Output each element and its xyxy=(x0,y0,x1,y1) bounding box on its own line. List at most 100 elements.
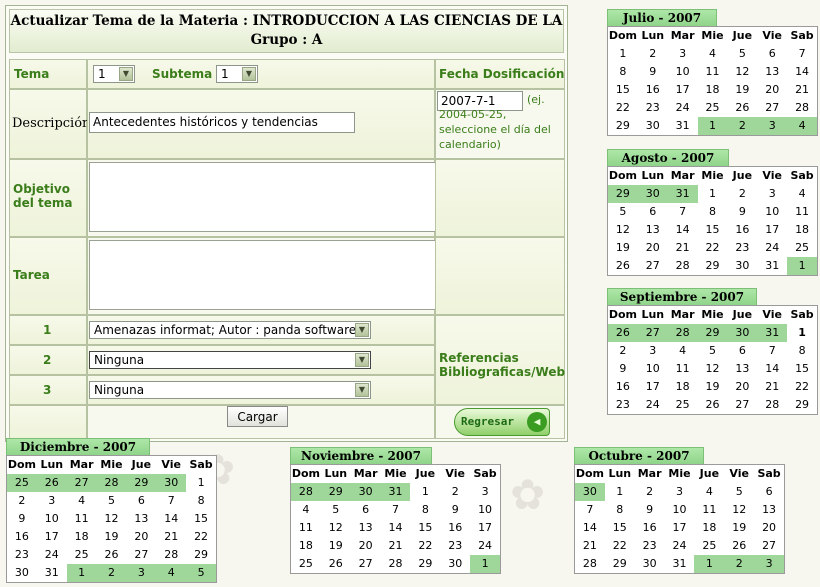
calendar-day[interactable]: 27 xyxy=(637,324,668,342)
calendar-day[interactable]: 17 xyxy=(668,81,698,99)
calendar-day[interactable]: 30 xyxy=(727,257,757,275)
calendar-day[interactable]: 29 xyxy=(605,555,635,573)
calendar-day[interactable]: 2 xyxy=(638,45,668,63)
calendar-day[interactable]: 22 xyxy=(787,378,817,396)
calendar-day[interactable]: 17 xyxy=(37,528,67,546)
calendar-day[interactable]: 10 xyxy=(638,360,668,378)
calendar-day[interactable]: 1 xyxy=(410,483,440,501)
calendar-day[interactable]: 1 xyxy=(66,564,97,582)
calendar-day[interactable]: 18 xyxy=(291,537,321,555)
descripcion-input[interactable]: Antecedentes históricos y tendencias xyxy=(89,112,355,133)
calendar-day[interactable]: 18 xyxy=(67,528,97,546)
calendar-day[interactable]: 29 xyxy=(608,117,638,135)
calendar-day[interactable]: 13 xyxy=(126,510,156,528)
calendar-day[interactable]: 14 xyxy=(668,221,698,239)
calendar-day[interactable]: 27 xyxy=(727,396,757,414)
calendar-day[interactable]: 29 xyxy=(410,555,440,573)
calendar-day[interactable]: 20 xyxy=(757,81,787,99)
calendar-day[interactable]: 21 xyxy=(156,528,186,546)
calendar-day[interactable]: 17 xyxy=(757,221,787,239)
calendar-day[interactable]: 25 xyxy=(7,474,37,492)
calendar-day[interactable]: 7 xyxy=(757,342,787,360)
calendar-day[interactable]: 1 xyxy=(787,324,817,342)
calendar-day[interactable]: 31 xyxy=(665,555,695,573)
calendar-day[interactable]: 8 xyxy=(605,501,635,519)
calendar-day[interactable]: 25 xyxy=(694,537,724,555)
calendar-day[interactable]: 12 xyxy=(97,510,127,528)
calendar-day[interactable]: 26 xyxy=(321,555,351,573)
calendar-day[interactable]: 1 xyxy=(698,185,728,203)
calendar-day[interactable]: 14 xyxy=(156,510,186,528)
calendar-day[interactable]: 29 xyxy=(320,483,351,501)
calendar-day[interactable]: 4 xyxy=(67,492,97,510)
calendar-day[interactable]: 14 xyxy=(787,63,817,81)
calendar-day[interactable]: 20 xyxy=(727,378,757,396)
calendar-day[interactable]: 5 xyxy=(698,342,728,360)
calendar-day[interactable]: 5 xyxy=(186,564,216,582)
calendar-day[interactable]: 26 xyxy=(36,474,67,492)
calendar-day[interactable]: 16 xyxy=(635,519,665,537)
calendar-day[interactable]: 25 xyxy=(698,99,728,117)
calendar-day[interactable]: 27 xyxy=(757,99,787,117)
calendar-day[interactable]: 13 xyxy=(754,501,784,519)
calendar-day[interactable]: 29 xyxy=(698,257,728,275)
calendar-day[interactable]: 6 xyxy=(754,483,784,501)
calendar-day[interactable]: 13 xyxy=(757,63,787,81)
calendar-day[interactable]: 10 xyxy=(668,63,698,81)
calendar-day[interactable]: 23 xyxy=(440,537,470,555)
calendar-day[interactable]: 12 xyxy=(727,63,757,81)
calendar-day[interactable]: 21 xyxy=(575,537,605,555)
calendar-day[interactable]: 24 xyxy=(668,99,698,117)
calendar-day[interactable]: 3 xyxy=(668,45,698,63)
calendar-day[interactable]: 31 xyxy=(668,117,698,135)
calendar-day[interactable]: 21 xyxy=(787,81,817,99)
calendar-day[interactable]: 17 xyxy=(665,519,695,537)
calendar-day[interactable]: 8 xyxy=(410,501,440,519)
calendar-day[interactable]: 22 xyxy=(608,99,638,117)
calendar-day[interactable]: 4 xyxy=(668,342,698,360)
calendar-day[interactable]: 28 xyxy=(96,474,127,492)
reference-1-select[interactable]: Amenazas informat; Autor : panda softwar… xyxy=(89,321,371,339)
calendar-day[interactable]: 3 xyxy=(665,483,695,501)
calendar-day[interactable]: 14 xyxy=(575,519,605,537)
calendar-day[interactable]: 27 xyxy=(351,555,381,573)
calendar-day[interactable]: 8 xyxy=(186,492,216,510)
calendar-day[interactable]: 17 xyxy=(638,378,668,396)
calendar-day[interactable]: 19 xyxy=(97,528,127,546)
calendar-day[interactable]: 5 xyxy=(608,203,638,221)
calendar-day[interactable]: 15 xyxy=(410,519,440,537)
calendar-day[interactable]: 12 xyxy=(724,501,754,519)
calendar-day[interactable]: 30 xyxy=(575,483,605,501)
calendar-day[interactable]: 13 xyxy=(351,519,381,537)
calendar-day[interactable]: 24 xyxy=(37,546,67,564)
calendar-day[interactable]: 19 xyxy=(321,537,351,555)
calendar-day[interactable]: 3 xyxy=(757,117,788,135)
calendar-day[interactable]: 4 xyxy=(787,185,817,203)
calendar-day[interactable]: 7 xyxy=(156,492,186,510)
calendar-day[interactable]: 5 xyxy=(321,501,351,519)
calendar-day[interactable]: 12 xyxy=(321,519,351,537)
calendar-day[interactable]: 27 xyxy=(126,546,156,564)
calendar-day[interactable]: 28 xyxy=(156,546,186,564)
calendar-day[interactable]: 25 xyxy=(291,555,321,573)
calendar-day[interactable]: 20 xyxy=(638,239,668,257)
calendar-day[interactable]: 27 xyxy=(754,537,784,555)
calendar-day[interactable]: 30 xyxy=(440,555,470,573)
calendar-day[interactable]: 6 xyxy=(126,492,156,510)
calendar-day[interactable]: 30 xyxy=(7,564,37,582)
calendar-day[interactable]: 11 xyxy=(698,63,728,81)
calendar-day[interactable]: 10 xyxy=(470,501,500,519)
calendar-day[interactable]: 27 xyxy=(638,257,668,275)
calendar-day[interactable]: 11 xyxy=(787,203,817,221)
calendar-day[interactable]: 24 xyxy=(757,239,787,257)
calendar-day[interactable]: 21 xyxy=(668,239,698,257)
calendar-day[interactable]: 7 xyxy=(787,45,817,63)
calendar-day[interactable]: 28 xyxy=(381,555,411,573)
calendar-day[interactable]: 2 xyxy=(727,185,757,203)
calendar-day[interactable]: 31 xyxy=(757,257,787,275)
calendar-day[interactable]: 30 xyxy=(727,324,758,342)
calendar-day[interactable]: 28 xyxy=(668,257,698,275)
calendar-day[interactable]: 14 xyxy=(381,519,411,537)
calendar-day[interactable]: 18 xyxy=(698,81,728,99)
calendar-day[interactable]: 30 xyxy=(635,555,665,573)
